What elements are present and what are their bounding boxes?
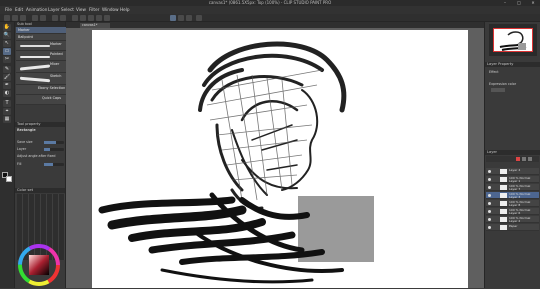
eye-icon[interactable] (488, 178, 491, 181)
snap-ruler-icon[interactable] (170, 15, 176, 21)
sketch-artwork (98, 41, 374, 284)
property-title: Rectangle (17, 128, 36, 132)
brush-tool-icon[interactable]: 🖌 (3, 74, 11, 81)
layer-row[interactable]: 100 % Normal Layer 3 (486, 192, 539, 199)
property-row[interactable]: Adjust angle after fixed (17, 154, 65, 159)
color-set-header: Color set (15, 188, 65, 193)
layer-toolbar (486, 156, 539, 162)
slider-fill (44, 163, 53, 166)
ruler-tool-icon[interactable]: ⌖ (3, 108, 11, 115)
open-icon[interactable] (12, 15, 18, 21)
brush-item[interactable]: Mixer (16, 61, 66, 73)
property-row[interactable]: Save size (17, 140, 65, 145)
selection-tool-icon[interactable]: ▭ (3, 48, 11, 55)
layer-thumbnail (500, 193, 507, 198)
menu-help[interactable]: Help (118, 6, 132, 14)
slider-fill (44, 141, 56, 144)
layer-panel-header: Layer (485, 150, 540, 155)
property-slider[interactable] (44, 163, 64, 166)
navigator-thumbnail[interactable] (493, 28, 533, 52)
snap-special-ruler-icon[interactable] (178, 15, 184, 21)
brush-item[interactable]: Ebony Selection (16, 85, 66, 95)
command-bar (0, 14, 540, 22)
brush-item[interactable]: Sketch (16, 73, 66, 85)
eye-icon[interactable] (488, 194, 491, 197)
tool-palette: ✋ 🔍 ↖ ▭ ✂ ✎ 🖌 ✒ ◐ T ⌖ ▦ (0, 22, 14, 288)
color-icon[interactable] (196, 15, 202, 21)
transform-icon[interactable] (60, 15, 66, 21)
property-slider[interactable] (44, 141, 64, 144)
pen-tool-icon[interactable]: ✎ (3, 66, 11, 73)
brush-item[interactable]: Pointed (16, 51, 66, 61)
snap-grid-icon[interactable] (186, 15, 192, 21)
fill-icon[interactable] (104, 15, 110, 21)
hand-tool-icon[interactable]: ✋ (3, 24, 11, 31)
layer-thumbnail (500, 201, 507, 206)
layer-property-header: Layer Property (485, 62, 540, 67)
eye-icon[interactable] (488, 226, 491, 229)
layer-thumbnail (500, 217, 507, 222)
menu-bar: File Edit Animation Layer Select View Fi… (0, 6, 540, 14)
layer-row[interactable]: 100 % Normal Layer 7 (486, 184, 539, 191)
canvas-paper[interactable] (92, 30, 468, 288)
layer-lock-icon[interactable] (522, 157, 526, 161)
zoom-tool-icon[interactable]: 🔍 (3, 32, 11, 39)
right-panel: Layer Property Effect Expression color L… (484, 22, 540, 288)
crop-icon[interactable] (96, 15, 102, 21)
invert-selection-icon[interactable] (80, 15, 86, 21)
layer-thumbnail (500, 169, 507, 174)
brush-item[interactable]: Ballpoint (16, 34, 66, 41)
brush-item[interactable]: Marker (16, 41, 66, 51)
menu-view[interactable]: View (74, 6, 88, 14)
layer-row[interactable]: 100 % Normal Layer 1 (486, 176, 539, 183)
layer-thumbnail (500, 209, 507, 214)
save-icon[interactable] (20, 15, 26, 21)
eye-icon[interactable] (488, 218, 491, 221)
eye-icon[interactable] (488, 186, 491, 189)
tool-property-header: Tool property (15, 122, 65, 127)
expression-color-label: Expression color (489, 82, 517, 86)
expression-color-dropdown[interactable] (491, 88, 505, 92)
layer-row[interactable]: Paper (486, 224, 539, 231)
layer-row[interactable]: 100 % Normal Layer 8 (486, 200, 539, 207)
ink-tool-icon[interactable]: ✒ (3, 82, 11, 89)
navigator-panel[interactable] (489, 24, 537, 56)
layer-thumbnail (500, 225, 507, 230)
slider-fill (44, 148, 50, 151)
eye-icon[interactable] (488, 202, 491, 205)
sub-color-swatch[interactable] (6, 176, 12, 182)
brush-item[interactable]: Quick Caps (16, 95, 66, 105)
blend-tool-icon[interactable]: ◐ (3, 90, 11, 97)
deselect-icon[interactable] (72, 15, 78, 21)
property-slider[interactable] (44, 148, 64, 151)
color-wheel-icon[interactable] (16, 244, 62, 286)
layer-mask-icon[interactable] (528, 157, 532, 161)
expand-selection-icon[interactable] (88, 15, 94, 21)
layer-color-icon[interactable] (516, 157, 520, 161)
layer-row[interactable]: Layer 4 (486, 168, 539, 175)
navigator-preview (499, 31, 527, 51)
clear-icon[interactable] (52, 15, 58, 21)
lasso-tool-icon[interactable]: ✂ (3, 56, 11, 63)
eye-icon[interactable] (488, 210, 491, 213)
text-tool-icon[interactable]: T (3, 100, 11, 107)
layer-thumbnail (500, 185, 507, 190)
layer-row[interactable]: 100 % Normal Layer 2 (486, 216, 539, 223)
new-icon[interactable] (4, 15, 10, 21)
property-row[interactable]: Fill (17, 162, 65, 167)
frame-tool-icon[interactable]: ▦ (3, 116, 11, 123)
layer-thumbnail (500, 177, 507, 182)
canvas-tab-bar: canvas1* (66, 22, 484, 28)
canvas-tab[interactable]: canvas1* (80, 23, 110, 28)
brush-item[interactable]: Marker (16, 27, 66, 34)
operation-tool-icon[interactable]: ↖ (3, 40, 11, 47)
undo-icon[interactable] (32, 15, 38, 21)
property-row[interactable]: Layer (17, 147, 65, 152)
layer-row[interactable]: 100 % Normal Layer 6 (486, 208, 539, 215)
eye-icon[interactable] (488, 170, 491, 173)
redo-icon[interactable] (40, 15, 46, 21)
effect-label: Effect (489, 70, 499, 74)
